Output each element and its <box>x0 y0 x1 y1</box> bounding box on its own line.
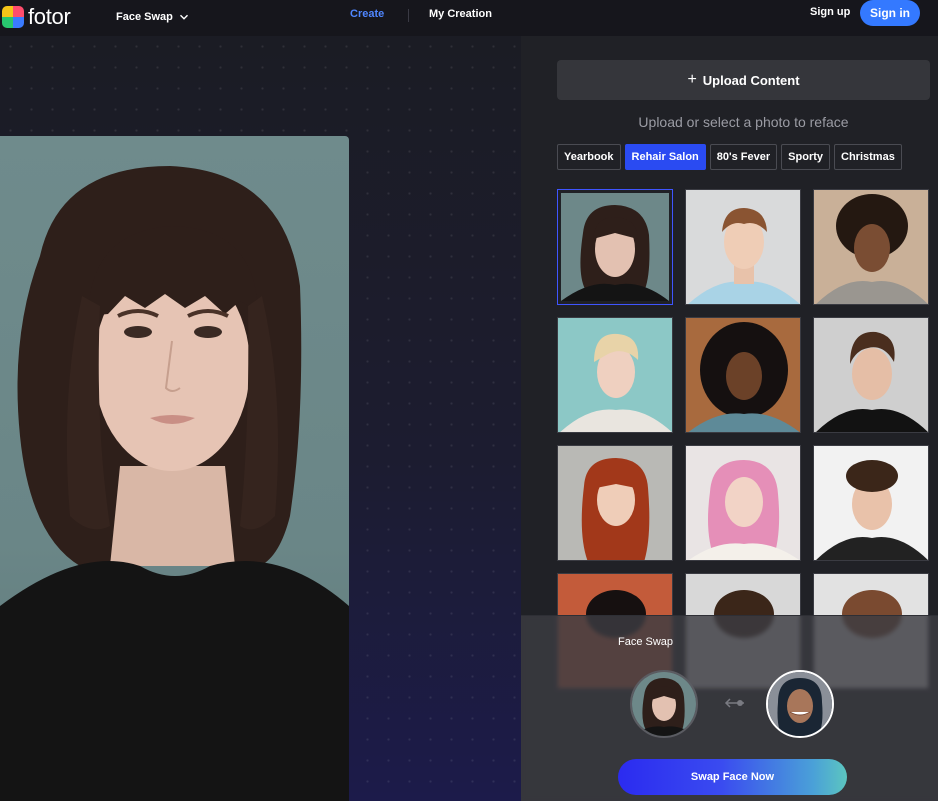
chevron-down-icon <box>179 14 188 20</box>
tab-80s-fever[interactable]: 80's Fever <box>709 144 778 170</box>
target-face-avatar[interactable] <box>766 670 834 738</box>
template-thumbnail[interactable] <box>685 189 801 305</box>
template-thumbnail[interactable] <box>813 445 929 561</box>
template-thumbnail[interactable] <box>813 189 929 305</box>
logo-text: fotor <box>28 4 71 29</box>
category-tabs: Yearbook Rehair Salon 80's Fever Sporty … <box>557 144 902 170</box>
nav-my-creation[interactable]: My Creation <box>429 8 492 20</box>
tab-christmas[interactable]: Christmas <box>834 144 902 170</box>
swap-arrow-icon <box>724 698 744 708</box>
face-swap-panel: Face Swap Swap Face Now <box>521 615 938 801</box>
tab-sporty[interactable]: Sporty <box>781 144 831 170</box>
template-thumbnail[interactable] <box>685 317 801 433</box>
template-thumbnail[interactable] <box>557 445 673 561</box>
portrait-thumb <box>560 333 672 432</box>
tool-menu-label: Face Swap <box>116 11 173 23</box>
template-thumbnail[interactable] <box>557 317 673 433</box>
upload-content-button[interactable]: + Upload Content <box>557 60 930 100</box>
fotor-logo-icon <box>2 6 24 28</box>
template-thumbnail[interactable] <box>557 189 673 305</box>
portrait-thumb <box>688 208 800 304</box>
nav-create[interactable]: Create <box>350 8 384 20</box>
preview-canvas <box>0 36 521 801</box>
tab-rehair-salon[interactable]: Rehair Salon <box>624 144 706 170</box>
source-face-image <box>632 672 696 736</box>
portrait-thumb <box>581 458 650 560</box>
upload-content-label: Upload Content <box>702 72 800 88</box>
portrait-thumb <box>816 460 928 560</box>
source-face-avatar[interactable] <box>630 670 698 738</box>
upload-hint: Upload or select a photo to reface <box>638 114 849 130</box>
top-bar: fotor Face Swap Create My Creation Sign … <box>0 0 938 36</box>
portrait-thumb <box>688 460 800 560</box>
fotor-logo[interactable]: fotor <box>2 5 71 29</box>
sign-up-link[interactable]: Sign up <box>810 6 850 18</box>
tool-menu-dropdown[interactable]: Face Swap <box>116 11 189 23</box>
portrait-thumb <box>688 322 800 432</box>
sign-in-button[interactable]: Sign in <box>860 0 920 26</box>
template-panel: + Upload Content Upload or select a phot… <box>521 36 938 801</box>
portrait-thumb <box>816 331 928 432</box>
target-face-image <box>768 672 832 736</box>
tab-yearbook[interactable]: Yearbook <box>557 144 621 170</box>
app-root: fotor Face Swap Create My Creation Sign … <box>0 0 938 801</box>
portrait-thumb <box>561 205 669 301</box>
template-thumbnail[interactable] <box>813 317 929 433</box>
swap-face-now-button[interactable]: Swap Face Now <box>618 759 847 795</box>
plus-icon: + <box>687 71 697 88</box>
nav-divider <box>408 9 409 22</box>
template-thumbnail[interactable] <box>685 445 801 561</box>
portrait-thumb <box>816 194 928 304</box>
main-preview-image <box>0 136 349 801</box>
portrait-illustration <box>0 166 349 801</box>
face-swap-title: Face Swap <box>618 636 674 648</box>
